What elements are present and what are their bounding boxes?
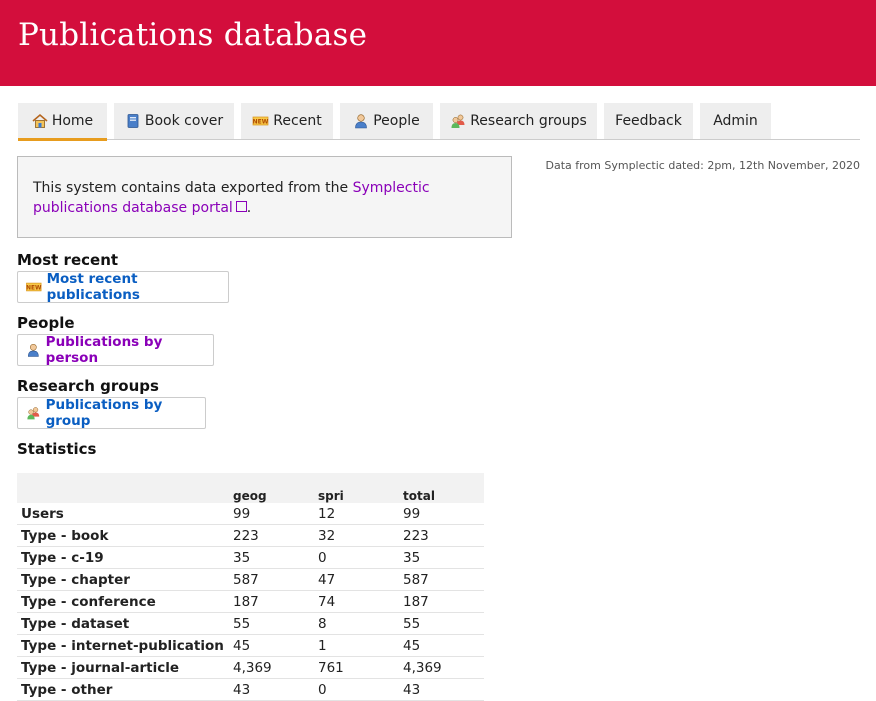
- row-label: Type - other: [17, 678, 233, 701]
- column-header: spri: [318, 489, 344, 503]
- publications-by-group-link[interactable]: Publications by group: [17, 397, 206, 429]
- table-header-row: geog spri total: [17, 473, 484, 503]
- section-heading-people: People: [17, 314, 75, 332]
- person-icon: [28, 343, 39, 357]
- row-label: Type - dataset: [17, 612, 233, 635]
- page-title: Publications database: [18, 17, 368, 53]
- cell-value: 35: [403, 546, 484, 569]
- svg-text:NEW: NEW: [253, 119, 269, 126]
- table-row: Type - chapter 587 47 587: [17, 568, 484, 591]
- column-header: [17, 473, 233, 503]
- link-label: Publications by person: [45, 334, 163, 366]
- info-box: This system contains data exported from …: [17, 156, 512, 238]
- table-row: Type - journal-article 4,369 761 4,369: [17, 656, 484, 679]
- cell-value: 187: [233, 590, 318, 613]
- book-icon: [127, 114, 139, 128]
- person-icon: [355, 114, 368, 129]
- tab-recent[interactable]: NEW Recent: [241, 103, 333, 139]
- row-label: Type - journal-article: [17, 656, 233, 679]
- home-icon: [32, 113, 48, 128]
- cell-value: 99: [403, 503, 484, 525]
- info-text-end: .: [246, 200, 252, 216]
- table-row: Type - dataset 55 8 55: [17, 612, 484, 635]
- new-badge-icon: NEW: [26, 282, 42, 291]
- row-label: Users: [17, 503, 233, 525]
- tab-label: Feedback: [615, 113, 682, 129]
- table-row: Users 99 12 99: [17, 503, 484, 525]
- cell-value: 587: [233, 568, 318, 591]
- site-banner: Publications database: [0, 0, 876, 86]
- cell-value: 8: [318, 612, 403, 635]
- link-label: Most recent publications: [46, 271, 140, 303]
- tab-people[interactable]: People: [340, 103, 433, 139]
- cell-value: 12: [318, 503, 403, 525]
- row-label: Type - chapter: [17, 568, 233, 591]
- group-icon: [451, 114, 465, 128]
- tab-label: Research groups: [470, 113, 587, 129]
- row-label: Type - book: [17, 524, 233, 547]
- cell-value: 0: [318, 678, 403, 701]
- cell-value: 45: [233, 634, 318, 657]
- section-heading-research-groups: Research groups: [17, 377, 159, 395]
- cell-value: 43: [233, 678, 318, 701]
- svg-text:NEW: NEW: [26, 285, 41, 291]
- cell-value: 187: [403, 590, 484, 613]
- section-heading-most-recent: Most recent: [17, 251, 119, 269]
- cell-value: 4,369: [233, 656, 318, 679]
- cell-value: 223: [403, 524, 484, 547]
- cell-value: 35: [233, 546, 318, 569]
- tab-home[interactable]: Home: [18, 103, 107, 141]
- cell-value: 74: [318, 590, 403, 613]
- most-recent-publications-link[interactable]: NEW Most recent publications: [17, 271, 229, 303]
- link-label: Publications by group: [45, 397, 163, 429]
- tab-research-groups[interactable]: Research groups: [440, 103, 597, 139]
- tab-label: People: [373, 113, 420, 129]
- section-heading-statistics: Statistics: [17, 440, 97, 458]
- column-header: geog: [233, 489, 267, 503]
- cell-value: 55: [403, 612, 484, 635]
- cell-value: 0: [318, 546, 403, 569]
- tab-label: Book cover: [144, 113, 224, 129]
- cell-value: 45: [403, 634, 484, 657]
- new-badge-icon: NEW: [253, 116, 269, 126]
- row-label: Type - conference: [17, 590, 233, 613]
- table-row: Type - other 43 0 43: [17, 678, 484, 701]
- external-link-icon: [235, 201, 247, 212]
- publications-by-person-link[interactable]: Publications by person: [17, 334, 214, 366]
- cell-value: 4,369: [403, 656, 484, 679]
- tab-book-cover[interactable]: Book cover: [114, 103, 234, 139]
- cell-value: 55: [233, 612, 318, 635]
- tab-label: Recent: [273, 113, 322, 129]
- cell-value: 32: [318, 524, 403, 547]
- tab-label: Home: [51, 112, 94, 129]
- row-label: Type - c-19: [17, 546, 233, 569]
- table-row: Type - conference 187 74 187: [17, 590, 484, 613]
- table-row: Type - internet-publication 45 1 45: [17, 634, 484, 657]
- row-label: Type - internet-publication: [17, 634, 233, 657]
- main-nav: Home Book cover NEW Recent People Resear…: [18, 103, 860, 141]
- group-icon: [27, 407, 40, 420]
- table-row: Type - book 223 32 223: [17, 524, 484, 547]
- cell-value: 99: [233, 503, 318, 525]
- cell-value: 587: [403, 568, 484, 591]
- cell-value: 223: [233, 524, 318, 547]
- column-header: total: [403, 489, 435, 503]
- cell-value: 47: [318, 568, 403, 591]
- data-timestamp-note: Data from Symplectic dated: 2pm, 12th No…: [545, 159, 861, 172]
- statistics-table: geog spri total Users 99 12 99 Type - book 2…: [17, 473, 484, 701]
- tab-feedback[interactable]: Feedback: [604, 103, 693, 139]
- tab-label: Admin: [713, 113, 758, 129]
- cell-value: 1: [318, 634, 403, 657]
- tab-admin[interactable]: Admin: [700, 103, 771, 139]
- table-row: Type - c-19 35 0 35: [17, 546, 484, 569]
- info-text: This system contains data exported from …: [33, 180, 353, 196]
- cell-value: 761: [318, 656, 403, 679]
- cell-value: 43: [403, 678, 484, 701]
